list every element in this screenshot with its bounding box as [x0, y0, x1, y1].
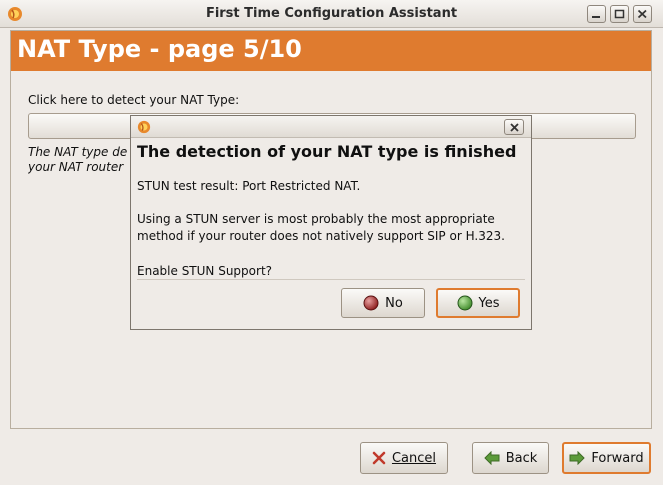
- minimize-icon: [592, 16, 600, 18]
- enable-stun-question: Enable STUN Support?: [137, 264, 273, 278]
- cancel-button[interactable]: Cancel: [360, 442, 448, 474]
- back-label: Back: [505, 450, 538, 466]
- red-circle-icon: [363, 295, 379, 311]
- arrow-left-icon: [484, 451, 500, 465]
- close-button[interactable]: [633, 5, 652, 23]
- cancel-label: Cancel: [391, 450, 437, 466]
- arrow-right-icon: [569, 451, 586, 465]
- page-title: NAT Type - page 5/10: [17, 35, 302, 63]
- forward-button[interactable]: Forward: [562, 442, 651, 474]
- yes-button[interactable]: Yes: [436, 288, 520, 318]
- dialog-close-button[interactable]: [504, 119, 524, 135]
- nat-description: The NAT type de your NAT router: [28, 145, 138, 177]
- stun-result-text: STUN test result: Port Restricted NAT.: [137, 179, 361, 193]
- close-icon: [637, 9, 647, 19]
- maximize-icon: [614, 9, 625, 19]
- nat-description-line: your NAT router: [28, 160, 124, 174]
- app-icon: [137, 120, 151, 134]
- dialog-heading: The detection of your NAT type is finish…: [137, 142, 517, 161]
- no-label: No: [385, 295, 403, 311]
- forward-label: Forward: [591, 450, 644, 466]
- no-button[interactable]: No: [341, 288, 425, 318]
- minimize-button[interactable]: [587, 5, 606, 23]
- maximize-button[interactable]: [610, 5, 629, 23]
- nat-result-dialog: The detection of your NAT type is finish…: [130, 115, 532, 330]
- green-circle-icon: [457, 295, 472, 311]
- cancel-x-icon: [372, 451, 386, 465]
- dialog-separator: [137, 279, 525, 280]
- stun-advice-text: Using a STUN server is most probably the…: [137, 212, 505, 243]
- back-button[interactable]: Back: [472, 442, 549, 474]
- window-title: First Time Configuration Assistant: [205, 6, 458, 21]
- close-icon: [510, 123, 519, 132]
- detect-nat-label: Click here to detect your NAT Type:: [28, 93, 240, 107]
- window-titlebar: First Time Configuration Assistant: [0, 0, 663, 28]
- dialog-titlebar: [131, 116, 531, 138]
- yes-label: Yes: [478, 295, 500, 311]
- nat-description-line: The NAT type de: [28, 145, 128, 159]
- page-banner: NAT Type - page 5/10: [11, 31, 651, 71]
